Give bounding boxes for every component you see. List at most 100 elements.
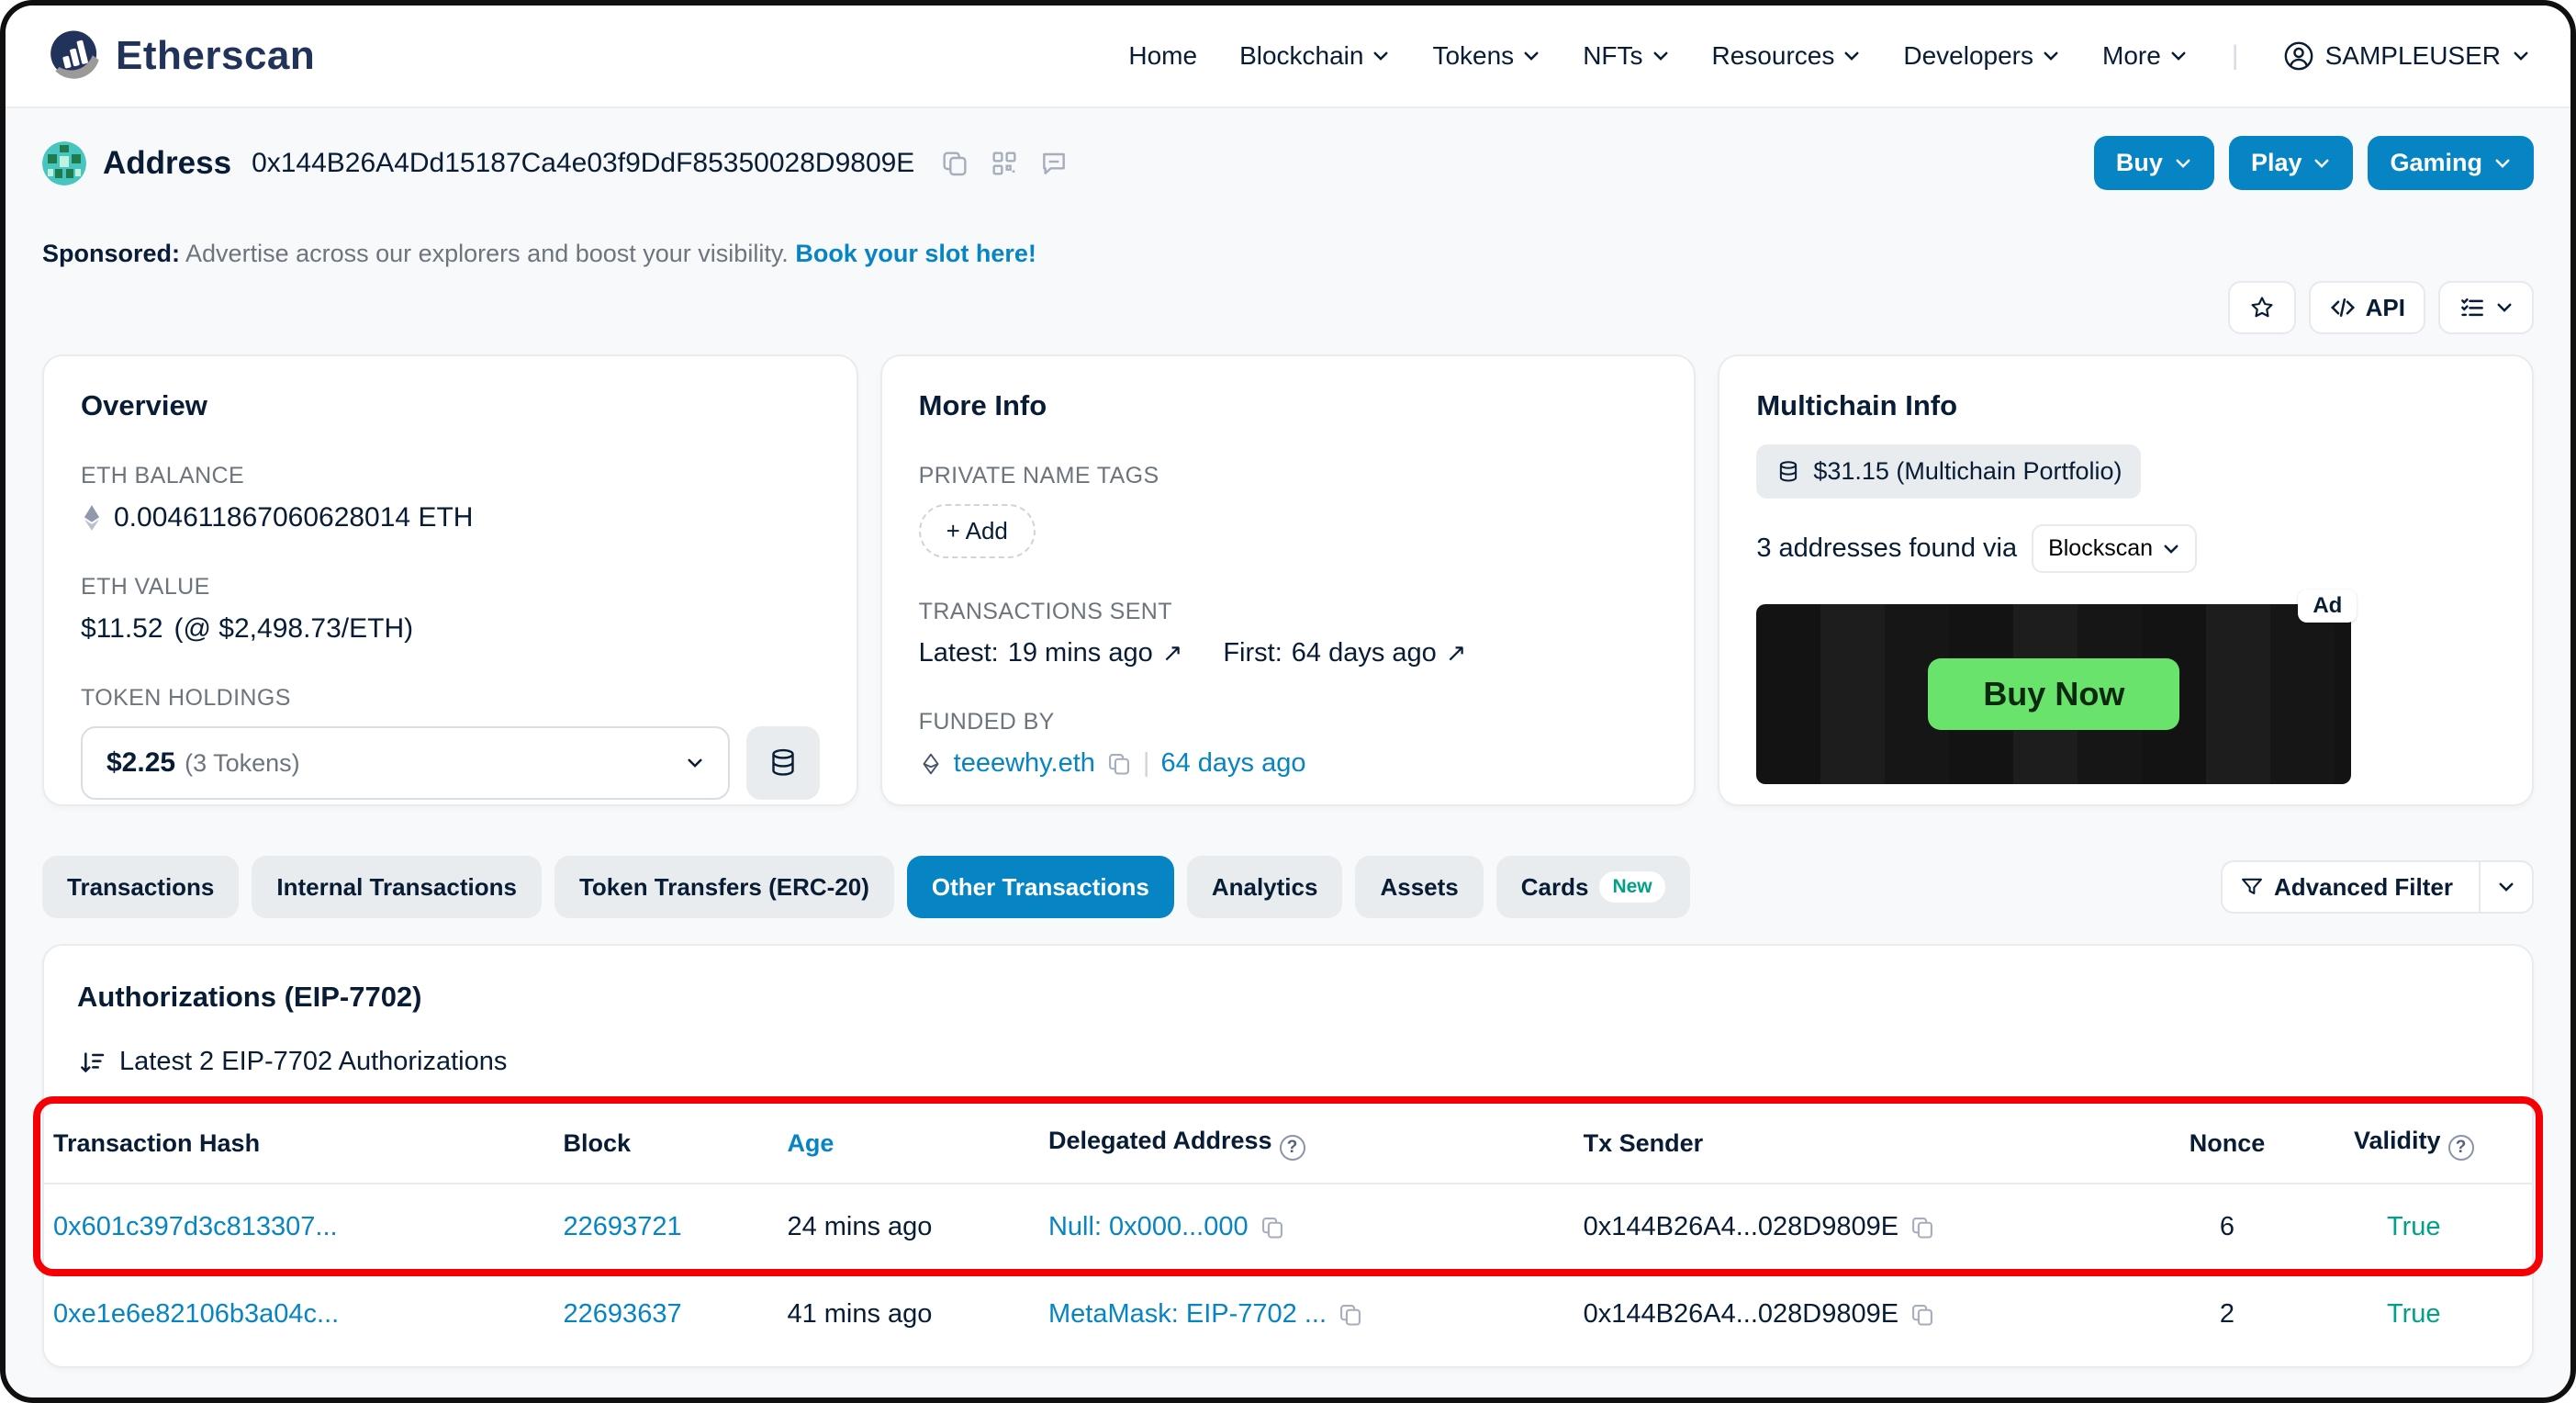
new-badge: New <box>1599 871 1664 903</box>
external-arrow-icon: ↗ <box>1162 639 1183 668</box>
buy-button[interactable]: Buy <box>2094 136 2214 190</box>
multichain-title: Multichain Info <box>1756 389 2495 422</box>
chevron-down-icon <box>1522 47 1540 65</box>
authorizations-title: Authorizations (EIP-7702) <box>77 981 2499 1014</box>
help-icon[interactable]: ? <box>1280 1135 1305 1161</box>
delegated-address-link[interactable]: Null: 0x000...000 <box>1048 1212 1249 1242</box>
delegated-address-link[interactable]: MetaMask: EIP-7702 ... <box>1048 1299 1327 1330</box>
chevron-down-icon <box>2169 47 2188 65</box>
col-delegated-address: Delegated Address? <box>1039 1105 1574 1184</box>
tx-sender-cell: 0x144B26A4...028D9809E <box>1584 1299 1898 1330</box>
tab-transactions[interactable]: Transactions <box>42 856 239 918</box>
advanced-filter-button[interactable]: Advanced Filter <box>2221 860 2534 914</box>
chevron-down-icon <box>2313 154 2331 173</box>
checklist-icon <box>2458 294 2486 321</box>
coins-stack-icon <box>767 746 800 780</box>
ad-buy-now-button[interactable]: Buy Now <box>1928 658 2179 730</box>
help-icon[interactable]: ? <box>2448 1135 2474 1161</box>
tab-internal-transactions[interactable]: Internal Transactions <box>252 856 542 918</box>
latest-label: Latest: <box>919 638 999 668</box>
copy-delegated-button[interactable] <box>1260 1215 1285 1240</box>
col-transaction-hash: Transaction Hash <box>44 1105 554 1184</box>
token-holdings-value: $2.25 <box>106 747 175 779</box>
gaming-button[interactable]: Gaming <box>2368 136 2534 190</box>
star-icon <box>2248 294 2276 321</box>
eth-balance-label: ETH BALANCE <box>81 463 820 489</box>
latest-tx-link[interactable]: 19 mins ago ↗ <box>1008 638 1183 668</box>
favorite-button[interactable] <box>2228 281 2296 334</box>
chevron-down-icon <box>2174 154 2192 173</box>
copy-icon <box>1338 1302 1363 1328</box>
nav-item-more[interactable]: More <box>2102 41 2188 71</box>
summary-cards: Overview ETH BALANCE 0.00461186706062801… <box>42 354 2534 806</box>
comment-icon <box>1039 149 1069 178</box>
sponsored-banner: Sponsored: Advertise across our explorer… <box>42 240 2534 268</box>
tab-token-transfers[interactable]: Token Transfers (ERC-20) <box>554 856 894 918</box>
eth-balance-value: 0.004611867060628014 ETH <box>114 502 473 533</box>
page-title: Address <box>103 145 231 182</box>
quick-actions: API <box>42 281 2534 334</box>
chevron-down-icon <box>2497 878 2515 896</box>
advanced-filter-dropdown[interactable] <box>2479 862 2532 912</box>
token-holdings-count: (3 Tokens) <box>185 749 300 778</box>
copy-sender-button[interactable] <box>1910 1302 1935 1328</box>
block-link[interactable]: 22693721 <box>564 1212 682 1241</box>
copy-funder-button[interactable] <box>1106 751 1132 777</box>
blockscan-dropdown[interactable]: Blockscan <box>2032 524 2197 573</box>
token-holdings-dropdown[interactable]: $2.25 (3 Tokens) <box>81 726 730 800</box>
copy-icon <box>1260 1215 1285 1240</box>
divider: | <box>1143 748 1150 779</box>
funded-by-link[interactable]: teeewhy.eth <box>954 748 1095 779</box>
nav-divider: | <box>2232 40 2239 72</box>
tx-sender-cell: 0x144B26A4...028D9809E <box>1584 1212 1898 1242</box>
tab-analytics[interactable]: Analytics <box>1187 856 1343 918</box>
copy-address-button[interactable] <box>940 149 969 178</box>
funded-age-link[interactable]: 64 days ago <box>1160 748 1305 779</box>
tx-hash-link[interactable]: 0xe1e6e82106b3a04c... <box>53 1299 339 1329</box>
top-navbar: Etherscan Home Blockchain Tokens NFTs Re… <box>6 6 2570 108</box>
transactions-sent-label: TRANSACTIONS SENT <box>919 599 1658 625</box>
nav-item-developers[interactable]: Developers <box>1903 41 2060 71</box>
copy-icon <box>1910 1215 1935 1240</box>
block-link[interactable]: 22693637 <box>564 1299 682 1329</box>
play-button[interactable]: Play <box>2229 136 2354 190</box>
nav-item-resources[interactable]: Resources <box>1712 41 1862 71</box>
first-tx-link[interactable]: 64 days ago ↗ <box>1292 638 1467 668</box>
user-menu[interactable]: SAMPLEUSER <box>2283 40 2530 72</box>
sponsored-label: Sponsored: <box>42 240 180 267</box>
qr-code-button[interactable] <box>990 149 1019 178</box>
multichain-portfolio-badge[interactable]: $31.15 (Multichain Portfolio) <box>1756 444 2140 499</box>
authorizations-subtitle: Latest 2 EIP-7702 Authorizations <box>119 1047 507 1077</box>
sponsored-link[interactable]: Book your slot here! <box>795 240 1036 267</box>
col-age[interactable]: Age <box>778 1105 1039 1184</box>
copy-sender-button[interactable] <box>1910 1215 1935 1240</box>
code-icon <box>2329 294 2357 321</box>
api-button[interactable]: API <box>2309 281 2425 334</box>
view-options-button[interactable] <box>2438 281 2534 334</box>
copy-icon <box>940 149 969 178</box>
nav-item-tokens[interactable]: Tokens <box>1432 41 1540 71</box>
table-row: 0xe1e6e82106b3a04c... 22693637 41 mins a… <box>44 1271 2532 1357</box>
nav-item-blockchain[interactable]: Blockchain <box>1239 41 1390 71</box>
age-cell: 24 mins ago <box>778 1184 1039 1271</box>
tab-assets[interactable]: Assets <box>1355 856 1483 918</box>
nav-item-home[interactable]: Home <box>1128 41 1197 71</box>
copy-delegated-button[interactable] <box>1338 1302 1363 1328</box>
table-row: 0x601c397d3c813307... 22693721 24 mins a… <box>44 1184 2532 1271</box>
tx-hash-link[interactable]: 0x601c397d3c813307... <box>53 1212 338 1241</box>
wallet-portfolio-button[interactable] <box>746 726 820 800</box>
eth-value-rate: (@ $2,498.73/ETH) <box>174 613 414 645</box>
add-private-tag-button[interactable]: + Add <box>919 504 1036 558</box>
ad-banner[interactable]: Ad Buy Now <box>1756 604 2351 784</box>
sponsored-text: Advertise across our explorers and boost… <box>185 240 789 267</box>
comment-button[interactable] <box>1039 149 1069 178</box>
address-value: 0x144B26A4Dd15187Ca4e03f9DdF85350028D980… <box>252 148 914 179</box>
token-holdings-label: TOKEN HOLDINGS <box>81 685 820 712</box>
more-info-card: More Info PRIVATE NAME TAGS + Add TRANSA… <box>880 354 1697 806</box>
age-cell: 41 mins ago <box>778 1271 1039 1357</box>
etherscan-logo[interactable]: Etherscan <box>46 28 315 84</box>
tab-cards[interactable]: Cards New <box>1496 856 1690 918</box>
nav-item-nfts[interactable]: NFTs <box>1583 41 1669 71</box>
copy-icon <box>1106 751 1132 777</box>
tab-other-transactions[interactable]: Other Transactions <box>907 856 1174 918</box>
